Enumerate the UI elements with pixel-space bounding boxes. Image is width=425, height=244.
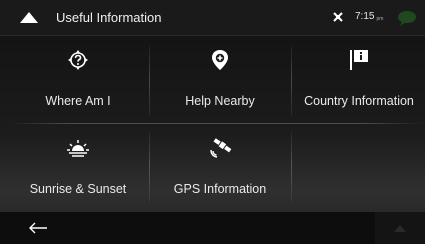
divider xyxy=(149,132,150,202)
useful-information-screen: Useful Information 7:15 pm Where Am I He… xyxy=(0,0,425,244)
clock-time: 7:15 xyxy=(355,11,375,22)
page-title: Useful Information xyxy=(56,10,162,25)
sunrise-sunset-button[interactable]: Sunrise & Sunset xyxy=(8,124,148,210)
satellite-icon xyxy=(210,138,232,158)
help-nearby-button[interactable]: Help Nearby xyxy=(150,36,290,122)
arrow-left-icon xyxy=(29,222,47,234)
tile-label: Country Information xyxy=(304,94,414,108)
country-information-button[interactable]: Country Information xyxy=(292,36,425,122)
scroll-up-button[interactable] xyxy=(375,212,425,244)
tile-label: Where Am I xyxy=(45,94,111,108)
tile-label: Help Nearby xyxy=(185,94,255,108)
header-bar: Useful Information 7:15 pm xyxy=(0,0,425,36)
tile-label: GPS Information xyxy=(173,182,267,196)
tile-label: Sunrise & Sunset xyxy=(29,182,127,196)
help-pin-icon xyxy=(212,50,228,70)
back-button[interactable] xyxy=(0,212,60,244)
empty-tile xyxy=(292,124,425,210)
chat-bubble-icon[interactable] xyxy=(396,10,418,26)
menu-grid: Where Am I Help Nearby Country Informati… xyxy=(8,36,425,206)
divider xyxy=(291,46,292,116)
chevron-up-icon[interactable] xyxy=(18,10,40,24)
clock-suffix: pm xyxy=(376,16,384,22)
divider xyxy=(149,46,150,116)
sunrise-icon xyxy=(67,140,89,157)
chevron-up-icon xyxy=(394,225,406,232)
divider xyxy=(291,132,292,202)
question-location-icon xyxy=(68,50,88,70)
gps-satellite-icon xyxy=(333,12,343,22)
divider xyxy=(8,123,425,124)
clock: 7:15 pm xyxy=(355,11,383,22)
info-flag-icon xyxy=(350,50,368,70)
where-am-i-button[interactable]: Where Am I xyxy=(8,36,148,122)
footer-bar xyxy=(0,212,425,244)
gps-information-button[interactable]: GPS Information xyxy=(150,124,290,210)
